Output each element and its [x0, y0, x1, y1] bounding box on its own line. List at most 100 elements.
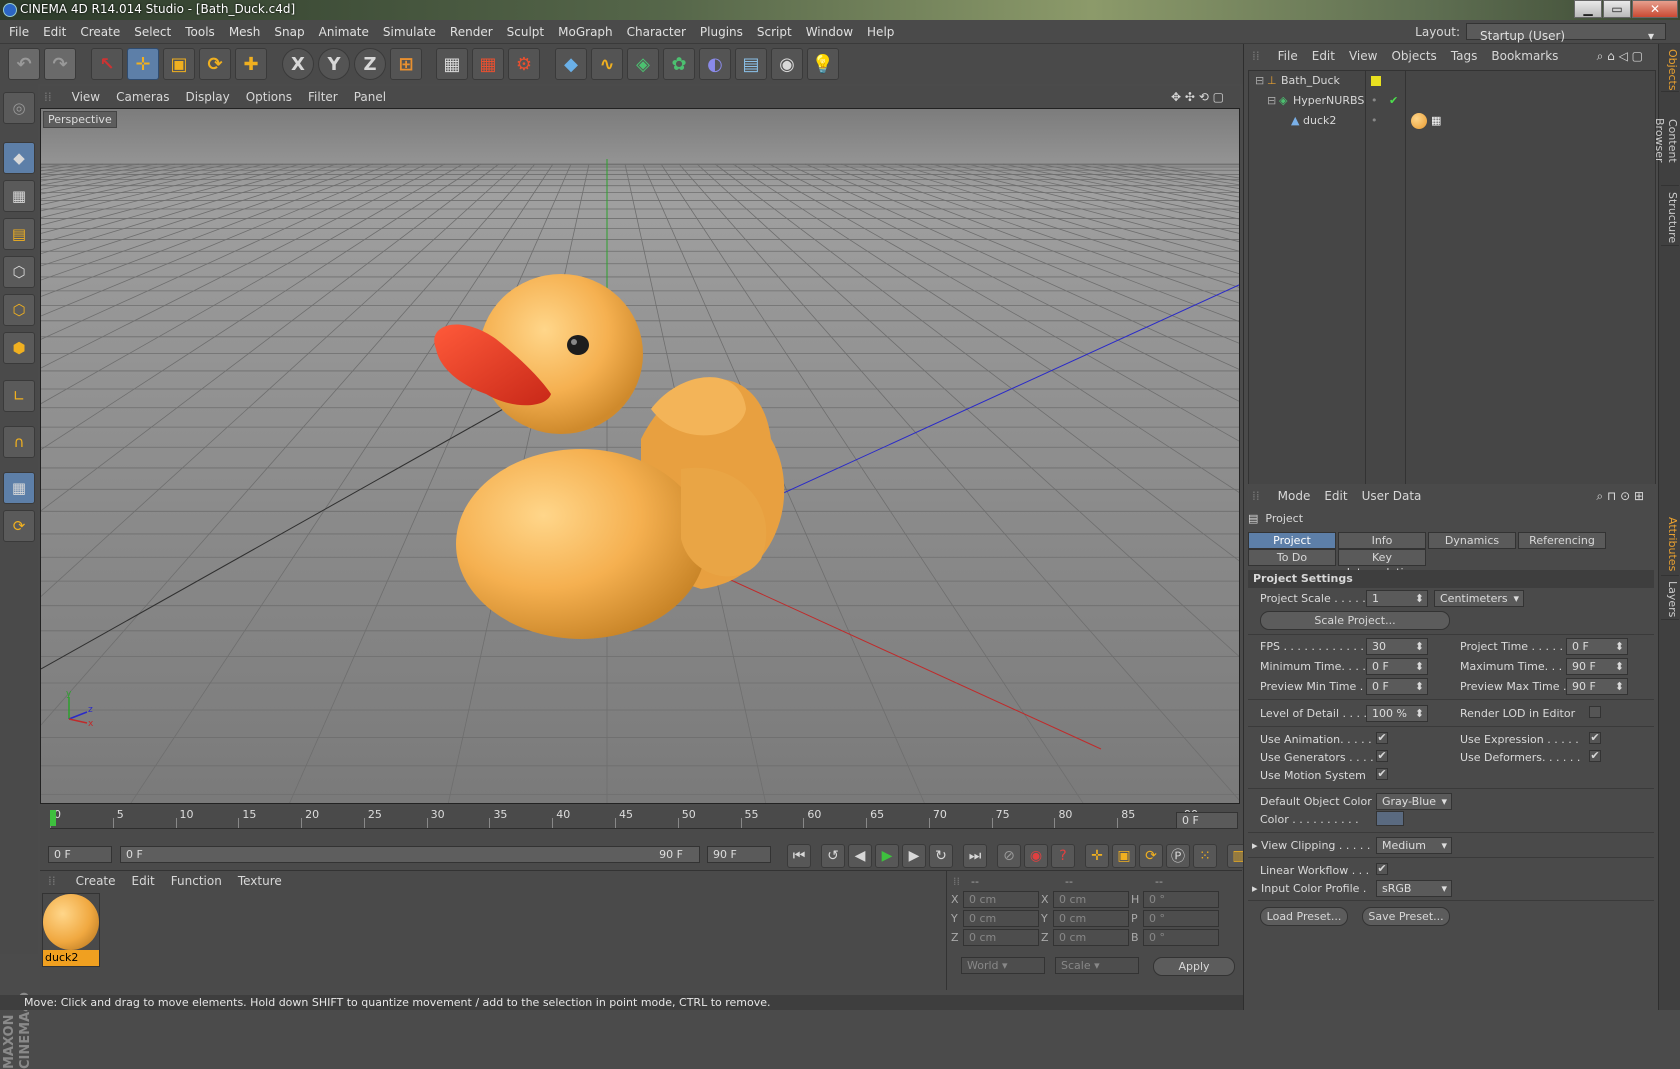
menu-snap[interactable]: Snap [267, 20, 311, 44]
viewport-menu-display[interactable]: Display [177, 86, 237, 108]
project-time-field[interactable]: 0 F ⬍ [1566, 638, 1628, 655]
polygons-mode-button[interactable]: ⬢ [3, 332, 35, 364]
add-deformer-button[interactable]: ◐ [699, 48, 731, 80]
menu-file[interactable]: File [2, 20, 36, 44]
use-animation-checkbox[interactable]: ✔ [1376, 732, 1388, 744]
add-spline-button[interactable]: ∿ [591, 48, 623, 80]
viewport-menu-cameras[interactable]: Cameras [108, 86, 177, 108]
object-menu-file[interactable]: File [1271, 44, 1305, 68]
menu-sculpt[interactable]: Sculpt [500, 20, 551, 44]
minimum-time-field[interactable]: 0 F ⬍ [1366, 658, 1428, 675]
add-camera-button[interactable]: ◉ [771, 48, 803, 80]
move-tool-button[interactable]: ✛ [127, 48, 159, 80]
go-to-end-button[interactable]: ⏭ [963, 844, 987, 868]
edges-mode-button[interactable]: ⬡ [3, 294, 35, 326]
material-menu-texture[interactable]: Texture [230, 871, 290, 891]
input-color-profile-select[interactable]: sRGB ▾ [1376, 880, 1452, 897]
tab-dynamics[interactable]: Dynamics [1428, 532, 1516, 549]
attribute-nav-icons[interactable]: ⌕ ⊓ ⊙ ⊞ [1589, 484, 1651, 508]
coord-value-field[interactable]: 0 cm [963, 929, 1039, 946]
layout-select[interactable]: Startup (User) ▾ [1466, 23, 1666, 43]
tab-referencing[interactable]: Referencing [1518, 532, 1606, 549]
render-lod-checkbox[interactable] [1589, 706, 1601, 718]
viewport-menu-view[interactable]: View [64, 86, 108, 108]
render-view-button[interactable]: ▦ [436, 48, 468, 80]
coord-value-field[interactable]: 0 cm [1053, 910, 1129, 927]
attribute-menu-edit[interactable]: Edit [1317, 484, 1354, 508]
preview-max-time-field[interactable]: 90 F ⬍ [1566, 678, 1628, 695]
object-menu-tags[interactable]: Tags [1444, 44, 1485, 68]
previous-frame-button[interactable]: ◀ [848, 844, 872, 868]
menu-mograph[interactable]: MoGraph [551, 20, 620, 44]
side-tab-content-browser[interactable]: Content Browser [1653, 96, 1679, 186]
record-parameter-button[interactable]: Ⓟ [1166, 844, 1190, 868]
attribute-menu-user-data[interactable]: User Data [1355, 484, 1429, 508]
menu-simulate[interactable]: Simulate [376, 20, 443, 44]
record-position-button[interactable]: ✛ [1085, 844, 1109, 868]
attribute-menu-mode[interactable]: Mode [1271, 484, 1318, 508]
menu-character[interactable]: Character [620, 20, 693, 44]
viewport-nav-icons[interactable]: ✥ ✣ ⟲ ▢ [1163, 86, 1232, 108]
layer-color-swatch[interactable] [1371, 76, 1381, 86]
material-swatch-duck2[interactable]: duck2 [42, 893, 100, 967]
model-mode-button[interactable]: ◆ [3, 142, 35, 174]
add-cube-button[interactable]: ◆ [555, 48, 587, 80]
load-preset-button[interactable]: Load Preset... [1260, 907, 1348, 926]
maximize-button[interactable]: ▭ [1603, 0, 1631, 18]
locked-workplane-button[interactable]: ⟳ [3, 510, 35, 542]
points-mode-button[interactable]: ⬡ [3, 256, 35, 288]
preview-min-time-field[interactable]: 0 F ⬍ [1366, 678, 1428, 695]
minimize-button[interactable]: ▁ [1574, 0, 1602, 18]
convert-object-button[interactable]: ◎ [3, 92, 35, 124]
coord-mode-select[interactable]: Scale ▾ [1055, 957, 1139, 974]
render-settings-button[interactable]: ⚙ [508, 48, 540, 80]
menu-script[interactable]: Script [750, 20, 799, 44]
tab-key-interpolation[interactable]: Key Interpolation [1338, 549, 1426, 579]
coord-value-field[interactable]: 0 ° [1143, 910, 1219, 927]
next-frame-button[interactable]: ▶ [902, 844, 926, 868]
autokey-button[interactable]: ◉ [1024, 844, 1048, 868]
object-menu-edit[interactable]: Edit [1305, 44, 1342, 68]
object-row-hypernurbs[interactable]: ⊟ ◈ HyperNURBS • ✔ [1249, 91, 1655, 111]
material-menu-edit[interactable]: Edit [124, 871, 163, 891]
coord-value-field[interactable]: 0 cm [963, 891, 1039, 908]
side-tab-objects[interactable]: Objects [1661, 48, 1679, 92]
side-tab-structure[interactable]: Structure [1661, 190, 1679, 246]
add-scene-button[interactable]: ▤ [735, 48, 767, 80]
object-menu-bookmarks[interactable]: Bookmarks [1484, 44, 1565, 68]
add-array-button[interactable]: ✿ [663, 48, 695, 80]
menu-animate[interactable]: Animate [312, 20, 376, 44]
workplane-lock-button[interactable]: ▦ [3, 472, 35, 504]
object-manager-search-icon[interactable]: ⌕ ⌂ ◁ ▢ [1590, 44, 1650, 68]
redo-button[interactable]: ↷ [44, 48, 76, 80]
use-motion-system-checkbox[interactable]: ✔ [1376, 768, 1388, 780]
maximum-time-field[interactable]: 90 F ⬍ [1566, 658, 1628, 675]
visibility-dot[interactable]: • [1371, 111, 1378, 131]
menu-render[interactable]: Render [443, 20, 500, 44]
close-button[interactable]: ✕ [1632, 0, 1678, 18]
menu-plugins[interactable]: Plugins [693, 20, 750, 44]
color-swatch[interactable] [1376, 811, 1404, 826]
object-row-duck2[interactable]: ▲ duck2 • ▦ [1249, 111, 1655, 131]
undo-button[interactable]: ↶ [8, 48, 40, 80]
timeline[interactable]: 051015202530354045505560657075808590 0 F [40, 806, 1240, 838]
add-light-button[interactable]: 💡 [807, 48, 839, 80]
tab-project-settings[interactable]: Project Settings [1248, 532, 1336, 562]
go-to-start-button[interactable]: ⏮ [787, 844, 811, 868]
menu-mesh[interactable]: Mesh [222, 20, 268, 44]
use-deformers-checkbox[interactable]: ✔ [1589, 750, 1601, 762]
playhead[interactable] [50, 810, 56, 826]
add-nurbs-button[interactable]: ◈ [627, 48, 659, 80]
material-menu-create[interactable]: Create [68, 871, 124, 891]
previous-key-button[interactable]: ↺ [821, 844, 845, 868]
visibility-dot[interactable]: • [1371, 91, 1378, 111]
snap-button[interactable]: ∩ [3, 426, 35, 458]
axis-mode-button[interactable]: ∟ [3, 380, 35, 412]
scale-tool-button[interactable]: ▣ [163, 48, 195, 80]
rotate-tool-button[interactable]: ⟳ [199, 48, 231, 80]
side-tab-layers[interactable]: Layers [1661, 580, 1679, 620]
apply-button[interactable]: Apply [1153, 957, 1235, 976]
workplane-mode-button[interactable]: ▤ [3, 218, 35, 250]
viewport-menu-panel[interactable]: Panel [346, 86, 394, 108]
render-picture-viewer-button[interactable]: ▦ [472, 48, 504, 80]
